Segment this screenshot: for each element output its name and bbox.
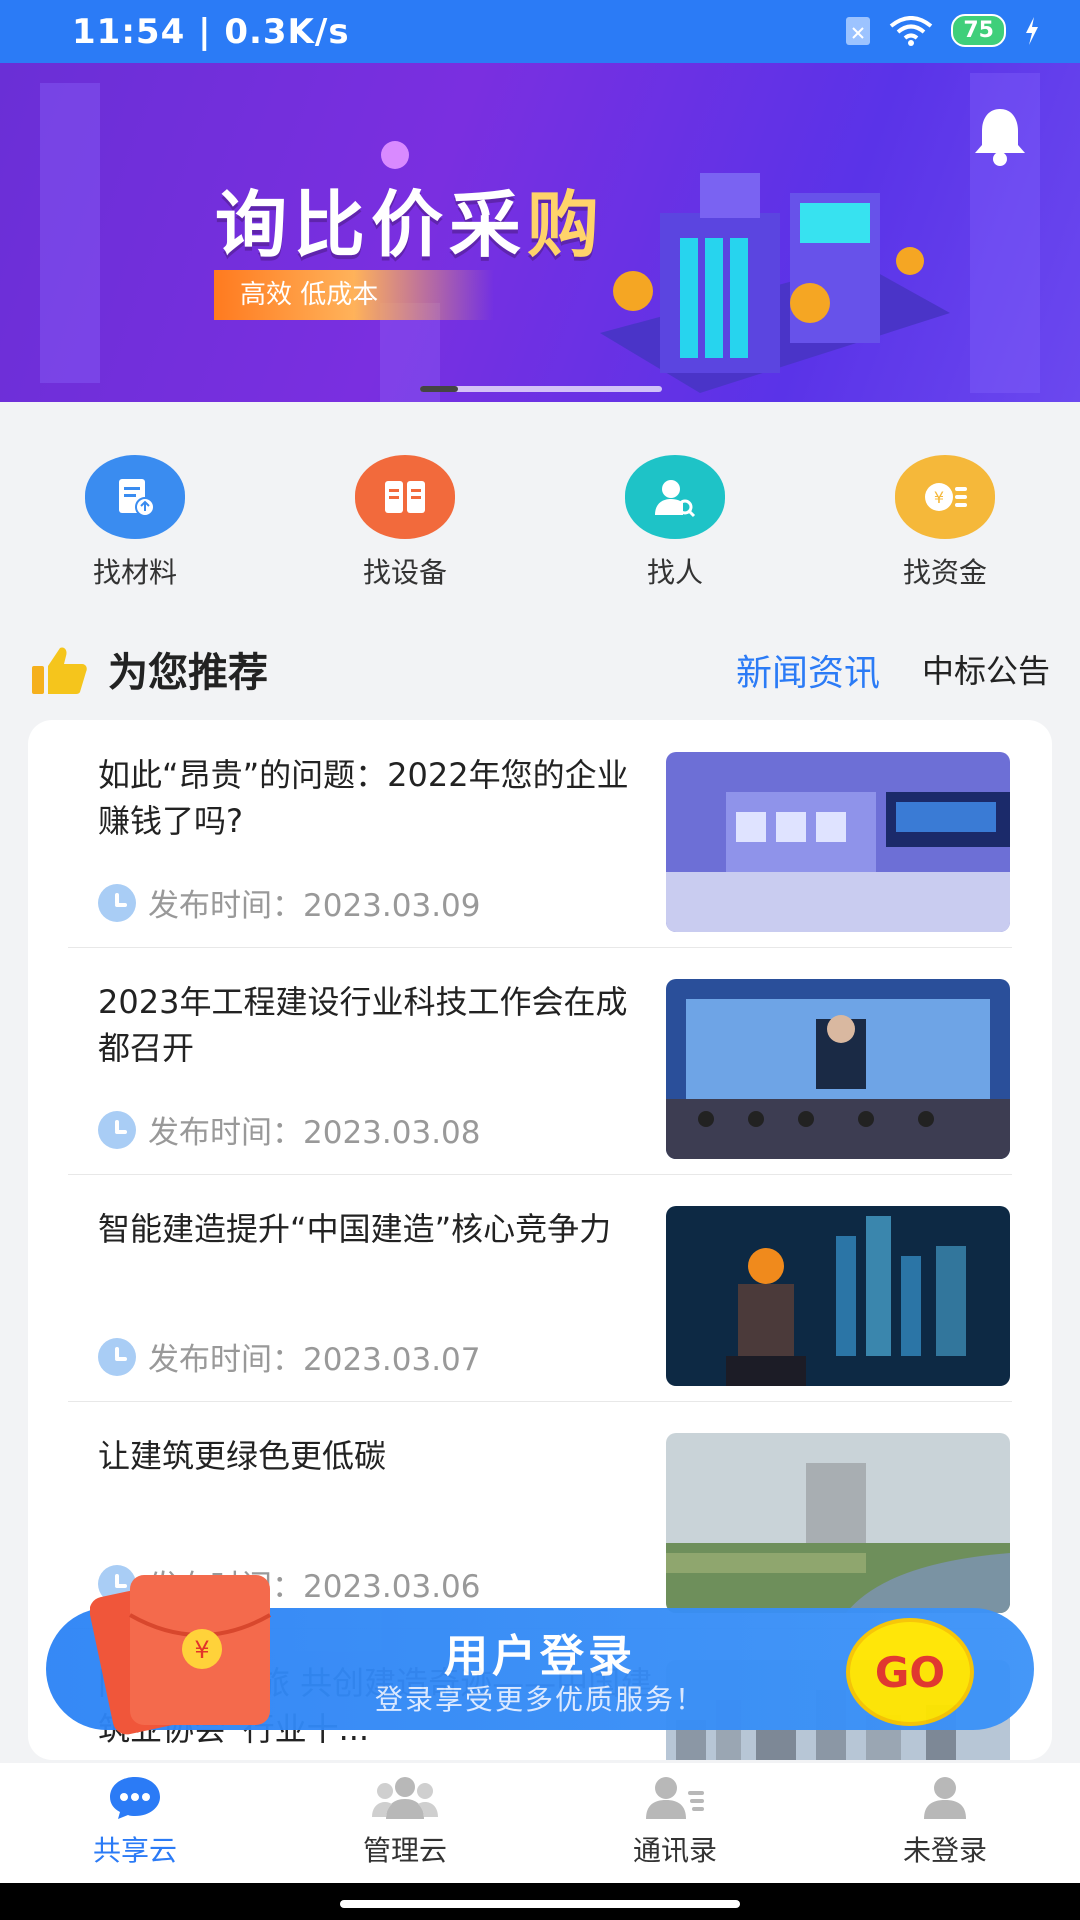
- recommend-section-header: 为您推荐 新闻资讯 中标公告: [30, 640, 1050, 696]
- funds-icon: ¥: [895, 455, 995, 539]
- section-title: 为您推荐: [108, 650, 268, 696]
- thumbs-up-icon: [32, 647, 87, 694]
- equipment-icon: [355, 455, 455, 539]
- news-meta: 发布时间：2023.03.08: [98, 1107, 481, 1152]
- wifi-icon: [890, 15, 933, 46]
- person-icon: [924, 1777, 966, 1819]
- status-time: 11:54 | 0.3K/s: [72, 12, 350, 52]
- go-button[interactable]: GO: [846, 1618, 974, 1726]
- nav-item-management-cloud[interactable]: 管理云: [270, 1763, 540, 1883]
- bottom-navigation: 共享云 管理云 通讯录 未登录: [0, 1763, 1080, 1883]
- quick-link-label: 找人: [646, 556, 703, 589]
- clock-icon: [98, 1110, 136, 1149]
- clock-icon: [98, 883, 136, 922]
- chat-bubble-icon: [110, 1777, 160, 1819]
- clock-icon: [98, 1337, 136, 1376]
- status-icons: 75: [845, 14, 1040, 47]
- charging-icon: [1026, 16, 1038, 45]
- news-title: 让建筑更绿色更低碳: [98, 1437, 387, 1475]
- contacts-icon: [646, 1777, 704, 1819]
- red-envelope-icon: ¥: [90, 1575, 271, 1735]
- nav-item-contacts[interactable]: 通讯录: [540, 1763, 810, 1883]
- nav-label: 共享云: [92, 1834, 177, 1867]
- quick-link-label: 找资金: [902, 556, 987, 589]
- quick-link-label: 找材料: [92, 556, 177, 589]
- tab-news[interactable]: 新闻资讯: [736, 644, 880, 696]
- nav-label: 未登录: [902, 1834, 987, 1867]
- home-gesture-bar[interactable]: [340, 1900, 740, 1908]
- svg-text:¥: ¥: [934, 488, 944, 507]
- nav-label: 通讯录: [632, 1834, 717, 1867]
- news-meta: 发布时间：2023.03.09: [98, 880, 481, 925]
- promo-banner[interactable]: 询比价采购 高效 低成本: [0, 63, 1080, 402]
- group-icon: [372, 1777, 438, 1819]
- materials-icon: [85, 455, 185, 539]
- quick-link-find-equipment[interactable]: 找设备: [325, 455, 485, 591]
- quick-link-find-people[interactable]: 找人: [595, 455, 755, 591]
- news-item[interactable]: 2023年工程建设行业科技工作会在成都召开 发布时间：2023.03.08: [68, 947, 1012, 1175]
- sim-icon: [846, 16, 871, 45]
- news-title: 智能建造提升“中国建造”核心竞争力: [98, 1210, 612, 1248]
- envelope-symbol: ¥: [194, 1636, 209, 1664]
- news-thumbnail: [666, 1206, 1010, 1386]
- news-title: 2023年工程建设行业科技工作会在成都召开: [98, 983, 628, 1067]
- status-bar: 11:54 | 0.3K/s 75: [0, 0, 1080, 63]
- battery-indicator: 75: [951, 14, 1006, 47]
- news-thumbnail: [666, 1433, 1010, 1613]
- carousel-indicator-active: [420, 386, 458, 392]
- news-title: 如此“昂贵”的问题：2022年您的企业赚钱了吗?: [98, 756, 629, 840]
- news-item[interactable]: 如此“昂贵”的问题：2022年您的企业赚钱了吗? 发布时间：2023.03.09: [68, 720, 1012, 948]
- tab-bid-notice[interactable]: 中标公告: [922, 646, 1050, 692]
- news-thumbnail: [666, 979, 1010, 1159]
- person-search-icon: [625, 455, 725, 539]
- quick-link-label: 找设备: [362, 556, 447, 589]
- nav-label: 管理云: [362, 1834, 447, 1867]
- banner-subtitle: 高效 低成本: [214, 270, 494, 320]
- news-thumbnail: [666, 752, 1010, 932]
- nav-item-profile[interactable]: 未登录: [810, 1763, 1080, 1883]
- notification-bell-icon[interactable]: [970, 105, 1030, 171]
- quick-link-find-materials[interactable]: 找材料: [55, 455, 215, 591]
- quick-link-find-funds[interactable]: ¥ 找资金: [865, 455, 1025, 591]
- news-meta: 发布时间：2023.03.07: [98, 1334, 481, 1379]
- news-item[interactable]: 智能建造提升“中国建造”核心竞争力 发布时间：2023.03.07: [68, 1174, 1012, 1402]
- nav-item-shared-cloud[interactable]: 共享云: [0, 1763, 270, 1883]
- banner-title: 询比价采购: [215, 183, 606, 267]
